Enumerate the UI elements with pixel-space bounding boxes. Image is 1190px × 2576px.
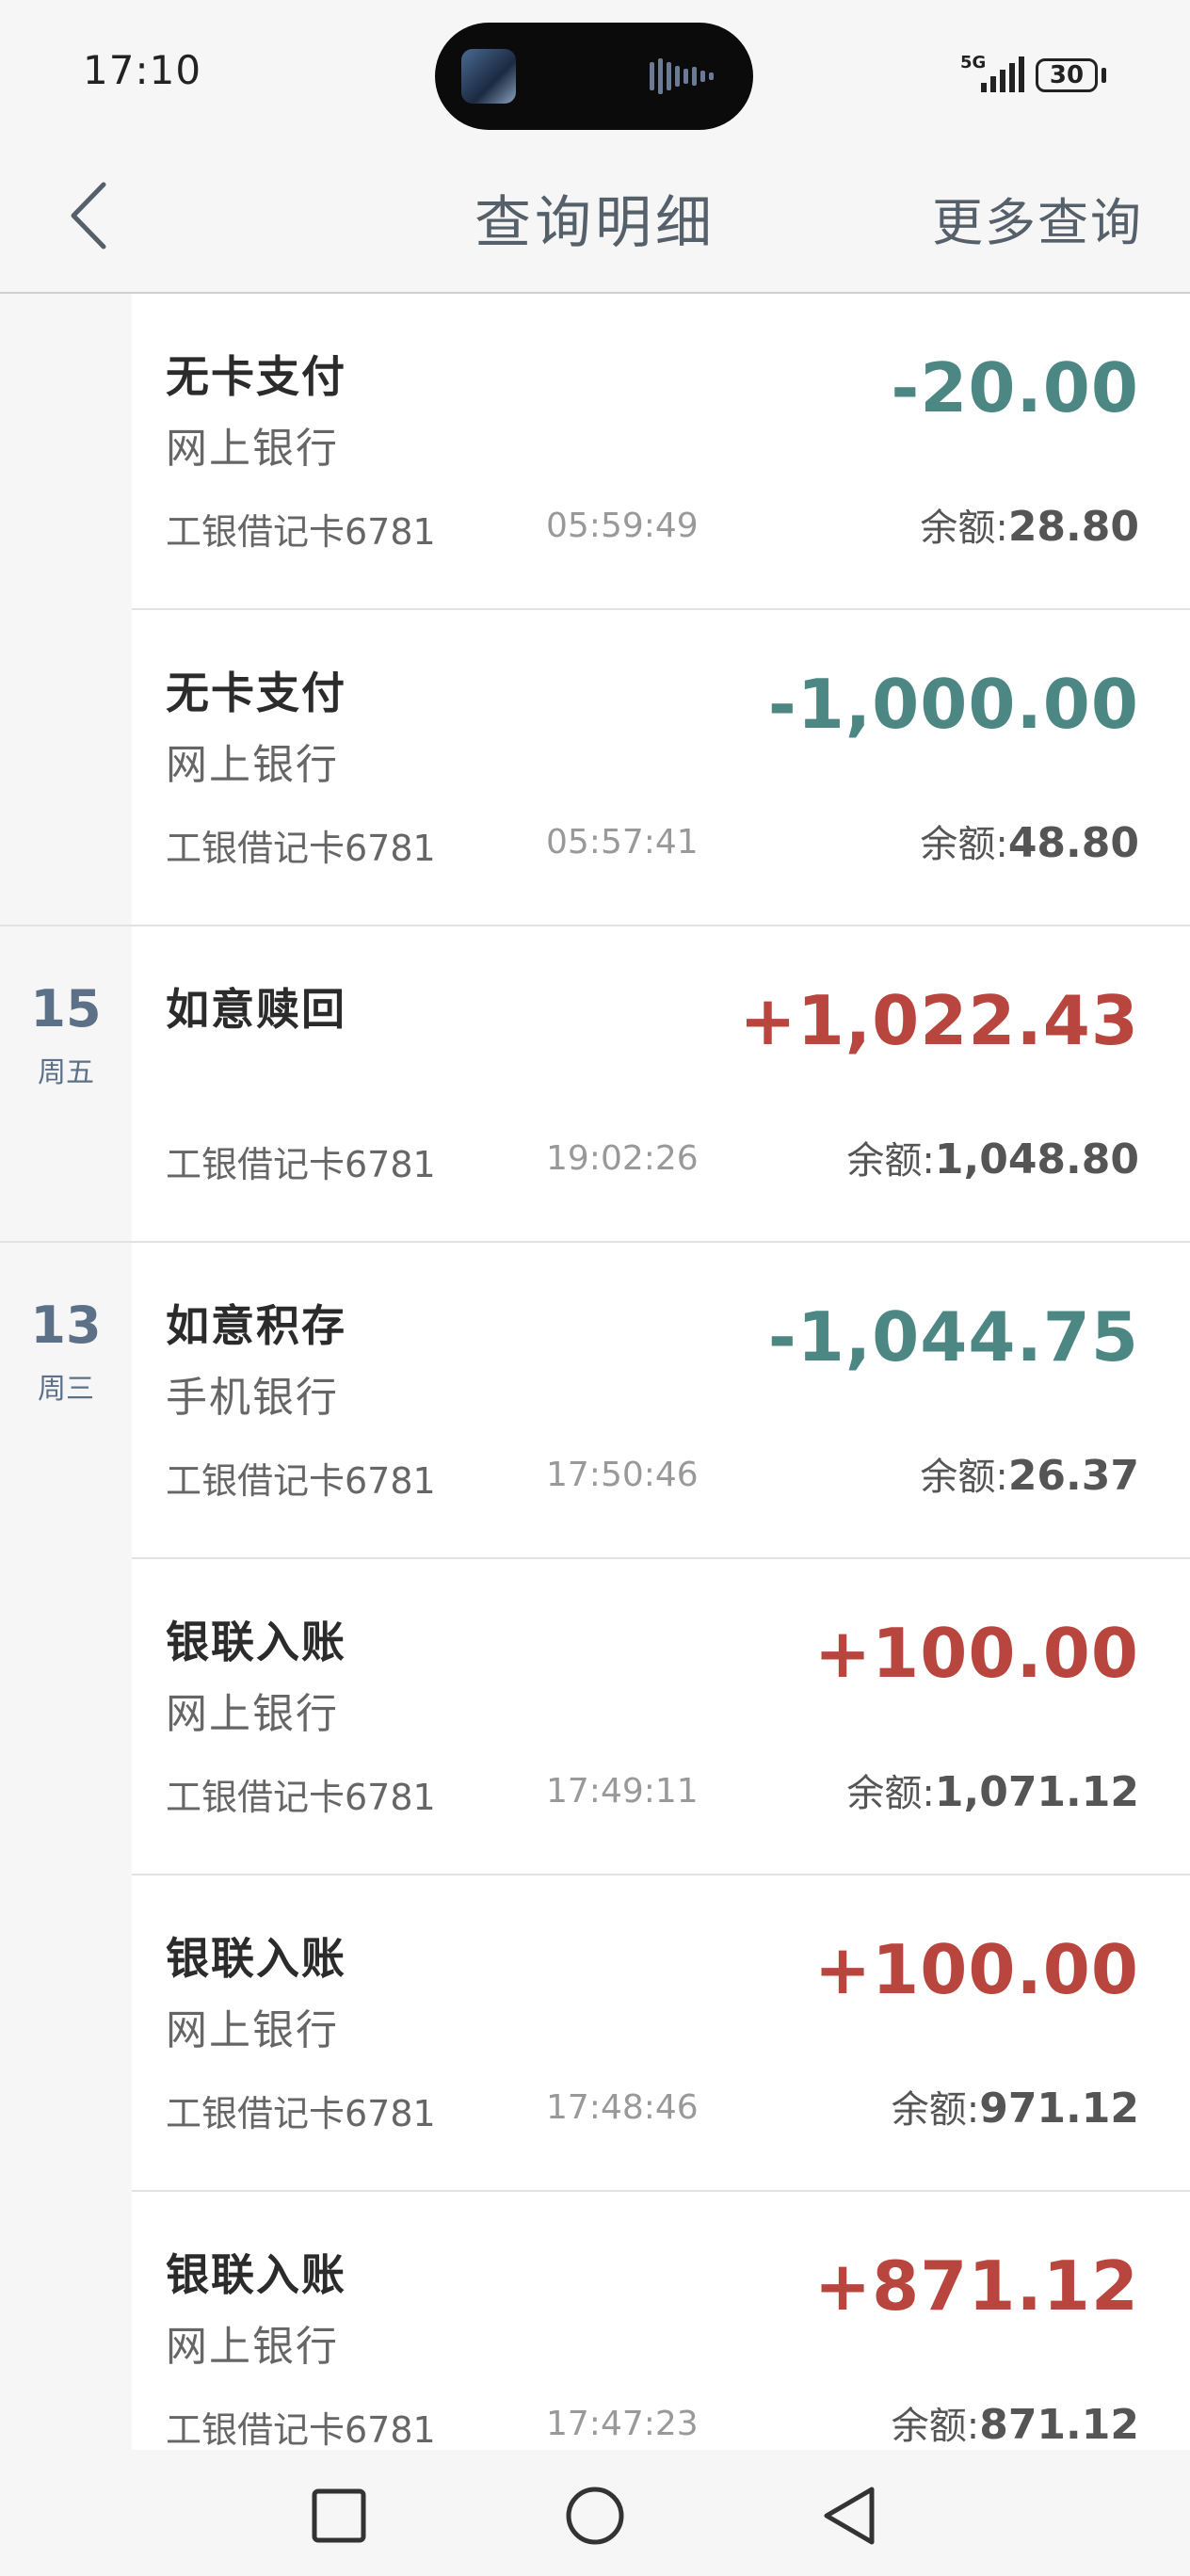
transaction-row[interactable]: 银联入账 网上银行 工银借记卡6781 17:49:11 +100.00 余额:… <box>132 1559 1190 1876</box>
transaction-amount: +100.00 <box>813 1614 1139 1693</box>
transaction-time: 17:50:46 <box>546 1456 699 1494</box>
date-day: 13 <box>30 1296 102 1355</box>
signal-indicator: 5G <box>960 55 1026 96</box>
balance-label: 余额: <box>920 1456 1008 1499</box>
transaction-balance: 余额:971.12 <box>892 2079 1139 2133</box>
page-title: 查询明细 <box>474 190 716 256</box>
transaction-row[interactable]: 银联入账 网上银行 工银借记卡6781 17:47:23 +871.12 余额:… <box>132 2192 1190 2450</box>
transactions-column: 如意赎回 工银借记卡6781 19:02:26 +1,022.43 余额:1,0… <box>132 926 1190 1241</box>
chevron-left-icon <box>71 182 106 250</box>
header: 查询明细 更多查询 <box>0 141 1190 294</box>
battery-icon: 30 <box>1036 58 1098 92</box>
transaction-balance: 余额:1,071.12 <box>846 1763 1139 1817</box>
transaction-channel: 网上银行 <box>166 1690 339 1738</box>
date-group: 无卡支付 网上银行 工银借记卡6781 05:59:49 -20.00 余额:2… <box>0 294 1190 926</box>
status-bar: 17:10 5G 30 <box>0 0 1190 141</box>
transaction-balance: 余额:871.12 <box>892 2395 1139 2450</box>
transaction-time: 17:47:23 <box>546 2405 699 2443</box>
transaction-balance: 余额:1,048.80 <box>846 1130 1139 1184</box>
balance-value: 1,071.12 <box>934 1768 1139 1816</box>
balance-value: 26.37 <box>1007 1452 1139 1500</box>
date-column <box>0 294 132 925</box>
transaction-channel: 网上银行 <box>166 2323 339 2371</box>
transaction-balance: 余额:28.80 <box>920 497 1139 552</box>
transactions-column: 如意积存 手机银行 工银借记卡6781 17:50:46 -1,044.75 余… <box>132 1243 1190 2450</box>
transaction-title: 如意积存 <box>166 1300 346 1351</box>
transaction-row[interactable]: 如意积存 手机银行 工银借记卡6781 17:50:46 -1,044.75 余… <box>132 1243 1190 1559</box>
transaction-amount: -1,000.00 <box>767 665 1139 744</box>
transaction-amount: +1,022.43 <box>739 981 1139 1060</box>
transaction-card: 工银借记卡6781 <box>166 2093 436 2134</box>
transaction-card: 工银借记卡6781 <box>166 2409 436 2450</box>
transaction-balance: 余额:48.80 <box>920 813 1139 868</box>
nav-back-button[interactable] <box>812 2478 887 2553</box>
transaction-channel: 网上银行 <box>166 741 339 789</box>
transaction-time: 19:02:26 <box>546 1139 699 1178</box>
transaction-channel: 网上银行 <box>166 425 339 473</box>
circle-icon <box>566 2487 624 2545</box>
transaction-amount: -1,044.75 <box>767 1297 1139 1377</box>
triangle-back-icon <box>824 2487 875 2545</box>
balance-value: 28.80 <box>1007 503 1139 551</box>
transaction-title: 如意赎回 <box>166 984 346 1035</box>
transaction-amount: +871.12 <box>813 2246 1139 2326</box>
transaction-balance: 余额:26.37 <box>920 1446 1139 1501</box>
balance-value: 871.12 <box>979 2401 1139 2449</box>
nav-home-button[interactable] <box>557 2478 633 2553</box>
audio-wave-icon <box>650 58 714 94</box>
transaction-time: 17:49:11 <box>546 1772 699 1811</box>
transaction-list[interactable]: 无卡支付 网上银行 工银借记卡6781 05:59:49 -20.00 余额:2… <box>0 294 1190 2450</box>
balance-label: 余额: <box>846 1139 935 1183</box>
transaction-amount: +100.00 <box>813 1930 1139 2009</box>
transaction-row[interactable]: 无卡支付 网上银行 工银借记卡6781 05:57:41 -1,000.00 余… <box>132 610 1190 925</box>
transaction-row[interactable]: 如意赎回 工银借记卡6781 19:02:26 +1,022.43 余额:1,0… <box>132 926 1190 1241</box>
transaction-row[interactable]: 银联入账 网上银行 工银借记卡6781 17:48:46 +100.00 余额:… <box>132 1876 1190 2192</box>
balance-label: 余额: <box>920 823 1008 866</box>
transaction-title: 无卡支付 <box>166 351 346 402</box>
system-nav-bar <box>0 2450 1190 2576</box>
transaction-card: 工银借记卡6781 <box>166 1460 436 1502</box>
transaction-title: 银联入账 <box>166 2249 346 2300</box>
transaction-title: 无卡支付 <box>166 668 346 718</box>
transaction-channel: 网上银行 <box>166 2006 339 2054</box>
date-column: 15 周五 <box>0 926 132 1241</box>
battery-level: 30 <box>1049 61 1085 89</box>
back-button[interactable] <box>56 175 124 256</box>
balance-value: 1,048.80 <box>934 1135 1139 1183</box>
balance-label: 余额: <box>920 507 1008 550</box>
signal-bars-icon <box>981 56 1024 92</box>
transaction-time: 05:57:41 <box>546 823 699 861</box>
date-weekday: 周五 <box>38 1056 94 1089</box>
transaction-title: 银联入账 <box>166 1617 346 1667</box>
transaction-channel: 手机银行 <box>166 1374 339 1422</box>
date-day: 15 <box>30 979 102 1038</box>
date-weekday: 周三 <box>38 1373 94 1406</box>
balance-label: 余额: <box>891 2088 980 2132</box>
balance-value: 971.12 <box>979 2085 1139 2133</box>
transactions-column: 无卡支付 网上银行 工银借记卡6781 05:59:49 -20.00 余额:2… <box>132 294 1190 925</box>
transaction-card: 工银借记卡6781 <box>166 828 436 869</box>
transaction-card: 工银借记卡6781 <box>166 1144 436 1185</box>
balance-label: 余额: <box>846 1772 935 1815</box>
transaction-amount: -20.00 <box>891 348 1139 427</box>
more-query-button[interactable]: 更多查询 <box>932 181 1143 255</box>
balance-label: 余额: <box>891 2405 980 2448</box>
nav-recents-button[interactable] <box>301 2478 377 2553</box>
transaction-title: 银联入账 <box>166 1933 346 1984</box>
status-time: 17:10 <box>83 47 202 93</box>
transaction-time: 05:59:49 <box>546 507 699 545</box>
battery-tip <box>1102 68 1106 83</box>
media-thumbnail-icon <box>461 49 516 104</box>
transaction-time: 17:48:46 <box>546 2088 699 2127</box>
balance-value: 48.80 <box>1007 819 1139 867</box>
dynamic-island[interactable] <box>435 23 753 130</box>
transaction-card: 工银借记卡6781 <box>166 511 436 553</box>
square-icon <box>312 2488 366 2543</box>
date-group: 13 周三 如意积存 手机银行 工银借记卡6781 17:50:46 -1,04… <box>0 1243 1190 2450</box>
date-group: 15 周五 如意赎回 工银借记卡6781 19:02:26 +1,022.43 … <box>0 926 1190 1243</box>
transaction-row[interactable]: 无卡支付 网上银行 工银借记卡6781 05:59:49 -20.00 余额:2… <box>132 294 1190 610</box>
transaction-card: 工银借记卡6781 <box>166 1777 436 1818</box>
date-column: 13 周三 <box>0 1243 132 2450</box>
